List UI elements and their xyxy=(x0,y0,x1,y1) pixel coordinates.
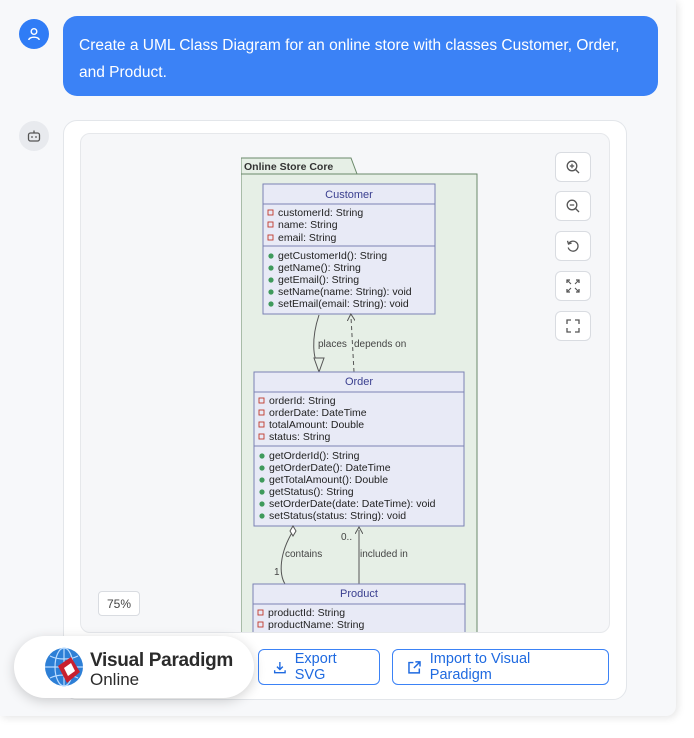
customer-method: setName(name: String): void xyxy=(278,286,412,298)
zoom-in-button[interactable] xyxy=(555,152,591,182)
visual-paradigm-logo[interactable]: Visual Paradigm Online xyxy=(14,636,254,698)
brand-suffix: Online xyxy=(90,670,140,689)
customer-attr: name: String xyxy=(278,219,338,231)
multiplicity-many: 0.. xyxy=(341,532,352,543)
customer-method: getCustomerId(): String xyxy=(278,250,387,262)
import-visual-paradigm-label: Import to Visual Paradigm xyxy=(429,651,531,683)
user-message-line-2: and Product. xyxy=(79,64,167,81)
fit-icon xyxy=(566,279,580,293)
user-message-bubble: Create a UML Class Diagram for an online… xyxy=(63,16,658,96)
bot-icon xyxy=(27,130,41,142)
customer-method: getEmail(): String xyxy=(278,274,359,286)
fullscreen-icon xyxy=(566,319,580,333)
reset-icon xyxy=(566,240,579,252)
reset-view-button[interactable] xyxy=(555,231,591,261)
uml-class-diagram: Online Store Core Customer customerId: S… xyxy=(241,157,478,632)
relation-label-depends-on: depends on xyxy=(354,339,406,350)
order-method: setStatus(status: String): void xyxy=(269,510,406,522)
order-method: getOrderId(): String xyxy=(269,450,360,462)
relation-label-places: places xyxy=(318,339,347,350)
user-avatar xyxy=(19,19,49,49)
zoom-out-icon xyxy=(566,199,580,213)
order-attr: orderDate: DateTime xyxy=(269,407,367,419)
order-attr: status: String xyxy=(269,431,330,443)
class-product-name: Product xyxy=(340,588,378,600)
product-attr: productId: String xyxy=(268,607,345,619)
customer-method: getName(): String xyxy=(278,262,361,274)
zoom-out-button[interactable] xyxy=(555,191,591,221)
relation-label-contains: contains xyxy=(285,549,322,560)
order-attr: totalAmount: Double xyxy=(269,419,364,431)
fit-to-screen-button[interactable] xyxy=(555,271,591,301)
order-method: setOrderDate(date: DateTime): void xyxy=(269,498,436,510)
external-link-icon xyxy=(408,660,421,674)
zoom-in-icon xyxy=(566,160,580,174)
export-svg-button[interactable]: Export SVG xyxy=(258,649,380,685)
chat-window: Create a UML Class Diagram for an online… xyxy=(0,0,676,716)
order-method: getStatus(): String xyxy=(269,486,354,498)
visual-paradigm-globe-icon xyxy=(45,647,83,687)
assistant-avatar xyxy=(19,121,49,151)
order-attr: orderId: String xyxy=(269,395,336,407)
customer-attr: email: String xyxy=(278,232,337,244)
relation-label-included-in: included in xyxy=(360,549,408,560)
package-label: Online Store Core xyxy=(244,161,333,173)
import-visual-paradigm-button[interactable]: Import to Visual Paradigm xyxy=(392,649,609,685)
fullscreen-button[interactable] xyxy=(555,311,591,341)
download-icon xyxy=(273,661,286,673)
user-icon xyxy=(28,28,40,41)
multiplicity-one: 1 xyxy=(274,567,280,578)
order-method: getTotalAmount(): Double xyxy=(269,474,388,486)
customer-method: setEmail(email: String): void xyxy=(278,298,409,310)
customer-attr: customerId: String xyxy=(278,207,363,219)
class-order-name: Order xyxy=(345,376,373,388)
user-message-line-1: Create a UML Class Diagram for an online… xyxy=(79,37,620,54)
product-attr: productName: String xyxy=(268,619,364,631)
zoom-level-badge: 75% xyxy=(98,591,140,616)
order-method: getOrderDate(): DateTime xyxy=(269,462,391,474)
brand-name: Visual Paradigm xyxy=(90,650,233,671)
export-svg-label: Export SVG xyxy=(294,651,337,683)
diagram-viewer[interactable]: Online Store Core Customer customerId: S… xyxy=(80,133,610,633)
class-customer-name: Customer xyxy=(325,189,373,201)
